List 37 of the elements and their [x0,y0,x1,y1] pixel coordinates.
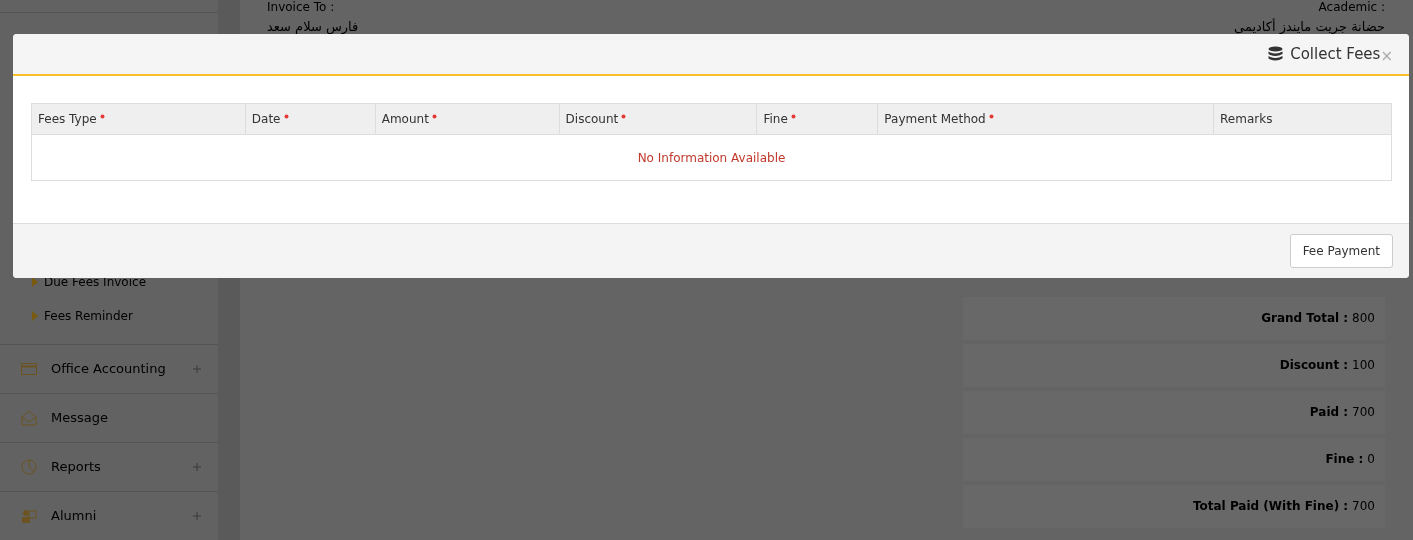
empty-message: No Information Available [31,134,1392,181]
people-icon [21,508,37,524]
sidebar-item[interactable]: Office Accounting [51,359,193,379]
pie-icon [21,459,37,475]
summary-value: 0 [1367,451,1375,468]
summary-value: 100 [1352,357,1375,374]
column-header: Payment Method [877,103,1214,135]
summary-label: Fine : [1325,451,1364,468]
summary-value: 800 [1352,310,1375,327]
column-header: Discount [559,103,757,135]
summary-value: 700 [1352,498,1375,515]
invoice-to-name: فارس سلام سعد [267,18,359,36]
column-header: Date [245,103,376,135]
card-icon [21,363,37,375]
caret-icon [32,277,38,287]
close-button[interactable]: × [1380,48,1393,64]
modal-title: Collect Fees [1290,43,1381,65]
academic-name: حضانة جريت مايندز أكاديمى [1234,17,1385,36]
invoice-to-label: Invoice To : [267,0,336,14]
summary-value: 700 [1352,404,1375,421]
column-header: Fine [756,103,878,135]
coins-icon [1267,46,1285,62]
summary-label: Discount : [1279,357,1349,374]
sidebar-item[interactable]: Alumni [51,506,193,526]
academic-label: Academic : [1318,0,1385,14]
column-header: Fees Type [31,103,246,135]
summary-label: Total Paid (With Fine) : [1192,498,1349,515]
fee-payment-button[interactable]: Fee Payment [1289,234,1393,268]
caret-icon [32,311,38,321]
summary-label: Paid : [1309,404,1349,421]
sidebar-item[interactable]: Message [51,408,201,428]
sidebar-subitem[interactable]: Fees Reminder [44,307,133,325]
envelope-icon [21,410,37,426]
column-header: Amount [375,103,560,135]
column-header: Remarks [1213,103,1392,135]
sidebar-item[interactable]: Reports [51,457,193,477]
summary-label: Grand Total : [1261,310,1349,327]
